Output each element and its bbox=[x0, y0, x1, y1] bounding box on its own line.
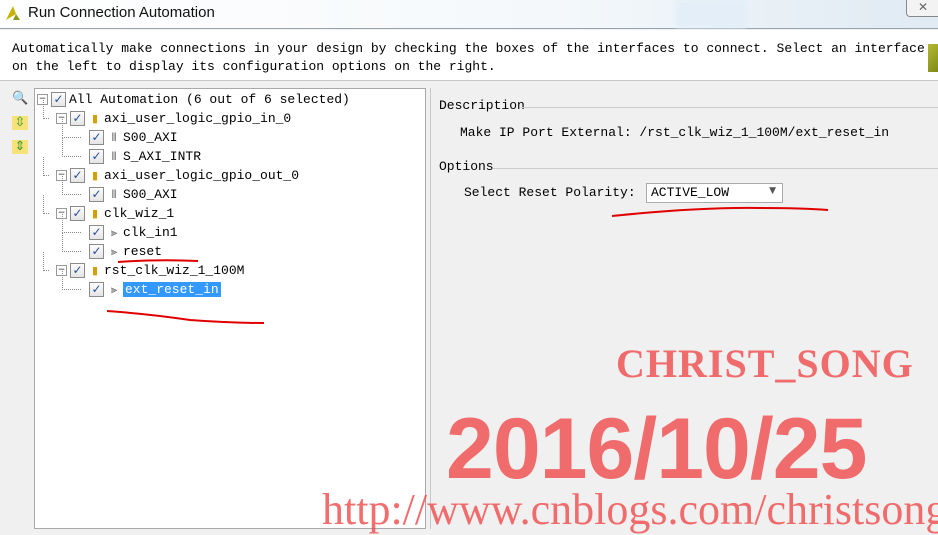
tree-item[interactable]: ✓ ⦀ S_AXI_INTR bbox=[89, 147, 201, 166]
app-logo-icon bbox=[6, 6, 20, 20]
checkbox[interactable]: ✓ bbox=[70, 206, 85, 221]
checkbox[interactable]: ✓ bbox=[51, 92, 66, 107]
tree-item-label: clk_wiz_1 bbox=[104, 206, 175, 221]
tree-item[interactable]: − ✓ ▮ axi_user_logic_gpio_in_0 bbox=[56, 109, 291, 128]
checkbox[interactable]: ✓ bbox=[89, 225, 104, 240]
bus-icon: ⦀ bbox=[111, 187, 117, 201]
bus-icon: ⦀ bbox=[111, 130, 117, 144]
tree-connector bbox=[62, 233, 63, 252]
details-panel: Description Make IP Port External: /rst_… bbox=[430, 88, 938, 529]
checkbox[interactable]: ✓ bbox=[89, 130, 104, 145]
checkbox[interactable]: ✓ bbox=[89, 244, 104, 259]
tree-item[interactable]: − ✓ ▮ axi_user_logic_gpio_out_0 bbox=[56, 166, 299, 185]
tree-connector bbox=[62, 289, 81, 290]
tree-connector bbox=[62, 119, 63, 138]
pin-icon: ⫸ bbox=[110, 244, 118, 258]
tree-connector bbox=[43, 100, 44, 119]
ip-icon: ▮ bbox=[91, 112, 99, 125]
options-header: Options bbox=[439, 159, 494, 174]
tree-connector bbox=[62, 232, 81, 233]
tree-item-label: axi_user_logic_gpio_out_0 bbox=[104, 168, 300, 183]
tree-connector bbox=[43, 195, 44, 214]
tree-item-label: S00_AXI bbox=[123, 130, 178, 145]
tree-item-label: All Automation (6 out of 6 selected) bbox=[69, 92, 350, 107]
tree-connector bbox=[62, 271, 63, 290]
description-text: Make IP Port External: /rst_clk_wiz_1_10… bbox=[460, 125, 890, 140]
bus-icon: ⦀ bbox=[111, 149, 117, 163]
tree-item[interactable]: − ✓ ▮ clk_wiz_1 bbox=[56, 204, 174, 223]
ip-icon: ▮ bbox=[91, 169, 99, 182]
tree-item-label: reset bbox=[123, 244, 163, 259]
ip-icon: ▮ bbox=[91, 207, 99, 220]
tree-item[interactable]: ✓ ⫸ ext_reset_in bbox=[89, 280, 221, 299]
pin-icon: ⫸ bbox=[110, 282, 118, 296]
tree-item-label: clk_in1 bbox=[123, 225, 178, 240]
tree-connector bbox=[43, 157, 44, 176]
divider bbox=[521, 107, 938, 108]
tree-connector bbox=[62, 214, 63, 233]
tree-connector bbox=[62, 137, 81, 138]
search-icon[interactable]: 🔍 bbox=[12, 92, 28, 106]
tree-connector bbox=[62, 156, 81, 157]
checkbox[interactable]: ✓ bbox=[89, 149, 104, 164]
tree-item[interactable]: ✓ ⦀ S00_AXI bbox=[89, 128, 178, 147]
checkbox[interactable]: ✓ bbox=[70, 111, 85, 126]
description-header: Description bbox=[439, 98, 525, 113]
tree-connector bbox=[62, 138, 63, 157]
tree-connector bbox=[62, 176, 63, 195]
tree-item[interactable]: ✓ ⫸ reset bbox=[89, 242, 162, 261]
reset-polarity-value: ACTIVE_LOW bbox=[651, 185, 730, 200]
tree-item-label: axi_user_logic_gpio_in_0 bbox=[104, 111, 292, 126]
checkbox[interactable]: ✓ bbox=[70, 168, 85, 183]
automation-tree[interactable]: − ✓ All Automation (6 out of 6 selected) − ✓… bbox=[34, 88, 426, 529]
tree-item-label: S_AXI_INTR bbox=[123, 149, 202, 164]
window-title: Run Connection Automation bbox=[28, 4, 215, 21]
background-window bbox=[676, 0, 746, 28]
tree-item-label: S00_AXI bbox=[123, 187, 178, 202]
checkbox[interactable]: ✓ bbox=[70, 263, 85, 278]
instructions: Automatically make connections in your d… bbox=[0, 30, 938, 81]
tree-item[interactable]: − ✓ ▮ rst_clk_wiz_1_100M bbox=[56, 261, 244, 280]
close-icon: ✕ bbox=[917, 0, 929, 14]
divider bbox=[493, 168, 938, 169]
checkbox[interactable]: ✓ bbox=[89, 282, 104, 297]
collapse-all-icon[interactable]: ⇕ bbox=[12, 140, 28, 154]
expand-all-icon[interactable]: ⇳ bbox=[12, 116, 28, 130]
reset-polarity-select[interactable]: ACTIVE_LOW ▼ bbox=[646, 183, 783, 203]
pin-icon: ⫸ bbox=[110, 225, 118, 239]
tree-item[interactable]: − ✓ All Automation (6 out of 6 selected) bbox=[37, 90, 350, 109]
tree-connector bbox=[62, 251, 81, 252]
tree-connector bbox=[43, 252, 44, 271]
vendor-logo-icon bbox=[928, 44, 938, 72]
tree-toolbar: 🔍 ⇳ ⇕ bbox=[12, 92, 30, 164]
tree-item[interactable]: ✓ ⫸ clk_in1 bbox=[89, 223, 178, 242]
tree-connector bbox=[62, 194, 81, 195]
tree-item[interactable]: ✓ ⦀ S00_AXI bbox=[89, 185, 178, 204]
ip-icon: ▮ bbox=[91, 264, 99, 277]
checkbox[interactable]: ✓ bbox=[89, 187, 104, 202]
tree-item-label: rst_clk_wiz_1_100M bbox=[104, 263, 245, 278]
tree-item-label: ext_reset_in bbox=[123, 282, 221, 297]
close-button[interactable]: ✕ bbox=[906, 0, 938, 17]
title-bar: Run Connection Automation ✕ bbox=[0, 0, 938, 29]
reset-polarity-label: Select Reset Polarity: bbox=[464, 185, 636, 200]
chevron-down-icon: ▼ bbox=[769, 186, 776, 196]
